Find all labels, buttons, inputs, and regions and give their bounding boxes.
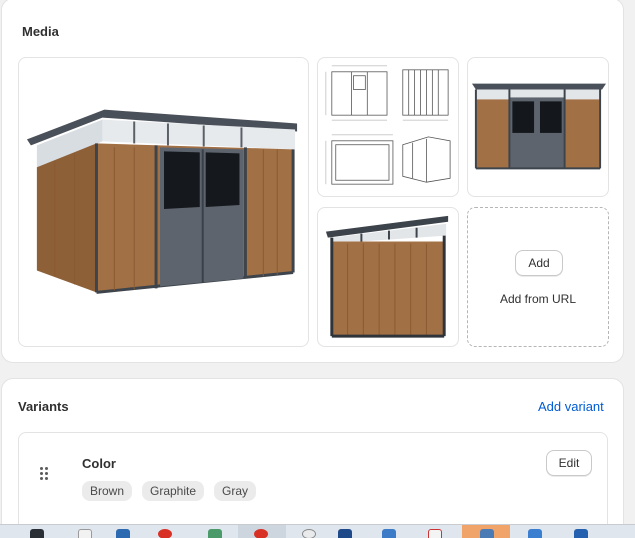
option-value-chip: Brown bbox=[82, 481, 133, 501]
app-icon[interactable] bbox=[208, 529, 222, 538]
media-main-image[interactable] bbox=[18, 57, 309, 347]
shed-dimension-drawing-image bbox=[325, 65, 451, 185]
pinned-app-icon[interactable] bbox=[30, 529, 44, 538]
drag-handle-icon[interactable] bbox=[39, 467, 51, 481]
app-icon[interactable] bbox=[480, 529, 494, 538]
variant-option-color: Color Brown Graphite Gray Edit bbox=[18, 432, 608, 538]
add-from-url-link[interactable]: Add from URL bbox=[468, 292, 608, 306]
option-value-chip: Graphite bbox=[142, 481, 205, 501]
app-icon[interactable] bbox=[382, 529, 396, 538]
add-media-button[interactable]: Add bbox=[515, 250, 563, 276]
taskbar bbox=[0, 524, 635, 538]
media-title: Media bbox=[22, 24, 59, 39]
media-thumbnail-side[interactable] bbox=[317, 207, 459, 347]
media-card: Media Add Add from URL bbox=[1, 0, 624, 363]
app-icon[interactable] bbox=[302, 529, 316, 538]
option-name: Color bbox=[82, 456, 116, 471]
option-value-chip: Gray bbox=[214, 481, 257, 501]
file-icon[interactable] bbox=[78, 529, 92, 538]
shed-back-view-image bbox=[471, 83, 607, 170]
file-icon[interactable] bbox=[428, 529, 442, 538]
shed-front-view-image bbox=[26, 109, 298, 294]
shed-side-view-image bbox=[325, 215, 449, 338]
add-variant-link[interactable]: Add variant bbox=[538, 399, 604, 414]
media-thumbnail-back[interactable] bbox=[467, 57, 609, 197]
app-icon[interactable] bbox=[116, 529, 130, 538]
edit-option-button[interactable]: Edit bbox=[546, 450, 592, 476]
variants-title: Variants bbox=[18, 399, 69, 414]
app-icon[interactable] bbox=[528, 529, 542, 538]
media-thumbnail-dimensions[interactable] bbox=[317, 57, 459, 197]
app-icon[interactable] bbox=[574, 529, 588, 538]
variants-card: Variants Add variant Color Brown Graphit… bbox=[1, 378, 624, 538]
app-icon[interactable] bbox=[338, 529, 352, 538]
chrome-icon[interactable] bbox=[254, 529, 268, 538]
chrome-icon[interactable] bbox=[158, 529, 172, 538]
add-media-dropzone[interactable]: Add Add from URL bbox=[467, 207, 609, 347]
